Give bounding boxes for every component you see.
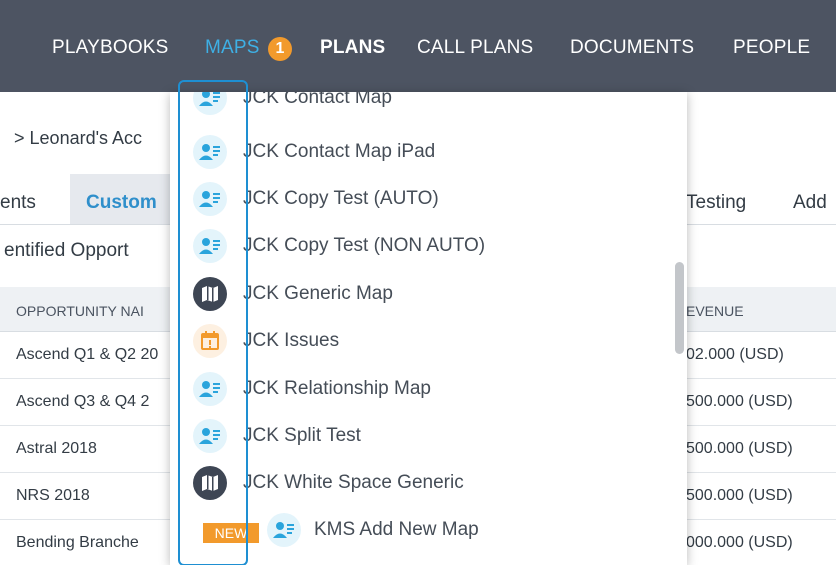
nav-playbooks[interactable]: PLAYBOOKS (52, 37, 169, 59)
dropdown-scrollbar[interactable] (675, 262, 684, 354)
section-title: entified Opport (4, 240, 129, 261)
breadcrumb-account: Leonard's Acc (29, 128, 143, 148)
opportunity-name-cell: Astral 2018 (16, 440, 97, 457)
revenue-cell: 000.000 (USD) (686, 534, 793, 551)
revenue-cell: 500.000 (USD) (686, 440, 793, 457)
menu-item-label: JCK Generic Map (243, 283, 393, 304)
menu-item-label: JCK Issues (243, 330, 340, 351)
opportunity-name-cell: Bending Branche (16, 534, 139, 551)
nav-plans[interactable]: PLANS (320, 37, 385, 59)
column-header-opportunity-name[interactable]: OPPORTUNITY NAI (16, 303, 144, 319)
icon-column-highlight (178, 80, 248, 565)
top-navigation-bar: PLAYBOOKS MAPS 1 PLANS CALL PLANS DOCUME… (0, 0, 836, 92)
opportunity-name-cell: Ascend Q3 & Q4 2 (16, 393, 150, 410)
breadcrumb[interactable]: > Leonard's Acc (14, 128, 142, 149)
revenue-cell: 500.000 (USD) (686, 487, 793, 504)
menu-item-label: JCK Relationship Map (243, 378, 431, 399)
maps-count-badge: 1 (268, 37, 292, 61)
contact-map-icon (267, 513, 301, 547)
menu-item-label: JCK White Space Generic (243, 472, 464, 493)
chevron-right-icon: > (14, 128, 25, 148)
nav-documents[interactable]: DOCUMENTS (570, 37, 694, 59)
tab-events[interactable]: ents (0, 192, 36, 214)
revenue-cell: 02.000 (USD) (686, 346, 784, 363)
column-header-revenue[interactable]: EVENUE (686, 303, 744, 319)
revenue-cell: 500.000 (USD) (686, 393, 793, 410)
menu-item-label: JCK Copy Test (AUTO) (243, 188, 439, 209)
menu-item-label: JCK Split Test (243, 425, 361, 446)
opportunity-name-cell: NRS 2018 (16, 487, 90, 504)
menu-item-label: JCK Contact Map (243, 92, 392, 108)
opportunity-name-cell: Ascend Q1 & Q2 20 (16, 346, 159, 363)
menu-item-label: JCK Contact Map iPad (243, 141, 436, 162)
tab-testing[interactable]: Testing (686, 192, 746, 214)
menu-item-label: JCK Copy Test (NON AUTO) (243, 235, 486, 256)
menu-item-label: KMS Add New Map (314, 519, 479, 540)
nav-people[interactable]: PEOPLE (733, 37, 810, 59)
nav-maps[interactable]: MAPS (205, 37, 260, 59)
tab-customer[interactable]: Custom (70, 174, 173, 224)
nav-call-plans[interactable]: CALL PLANS (417, 37, 533, 59)
tab-add[interactable]: Add (793, 192, 827, 214)
